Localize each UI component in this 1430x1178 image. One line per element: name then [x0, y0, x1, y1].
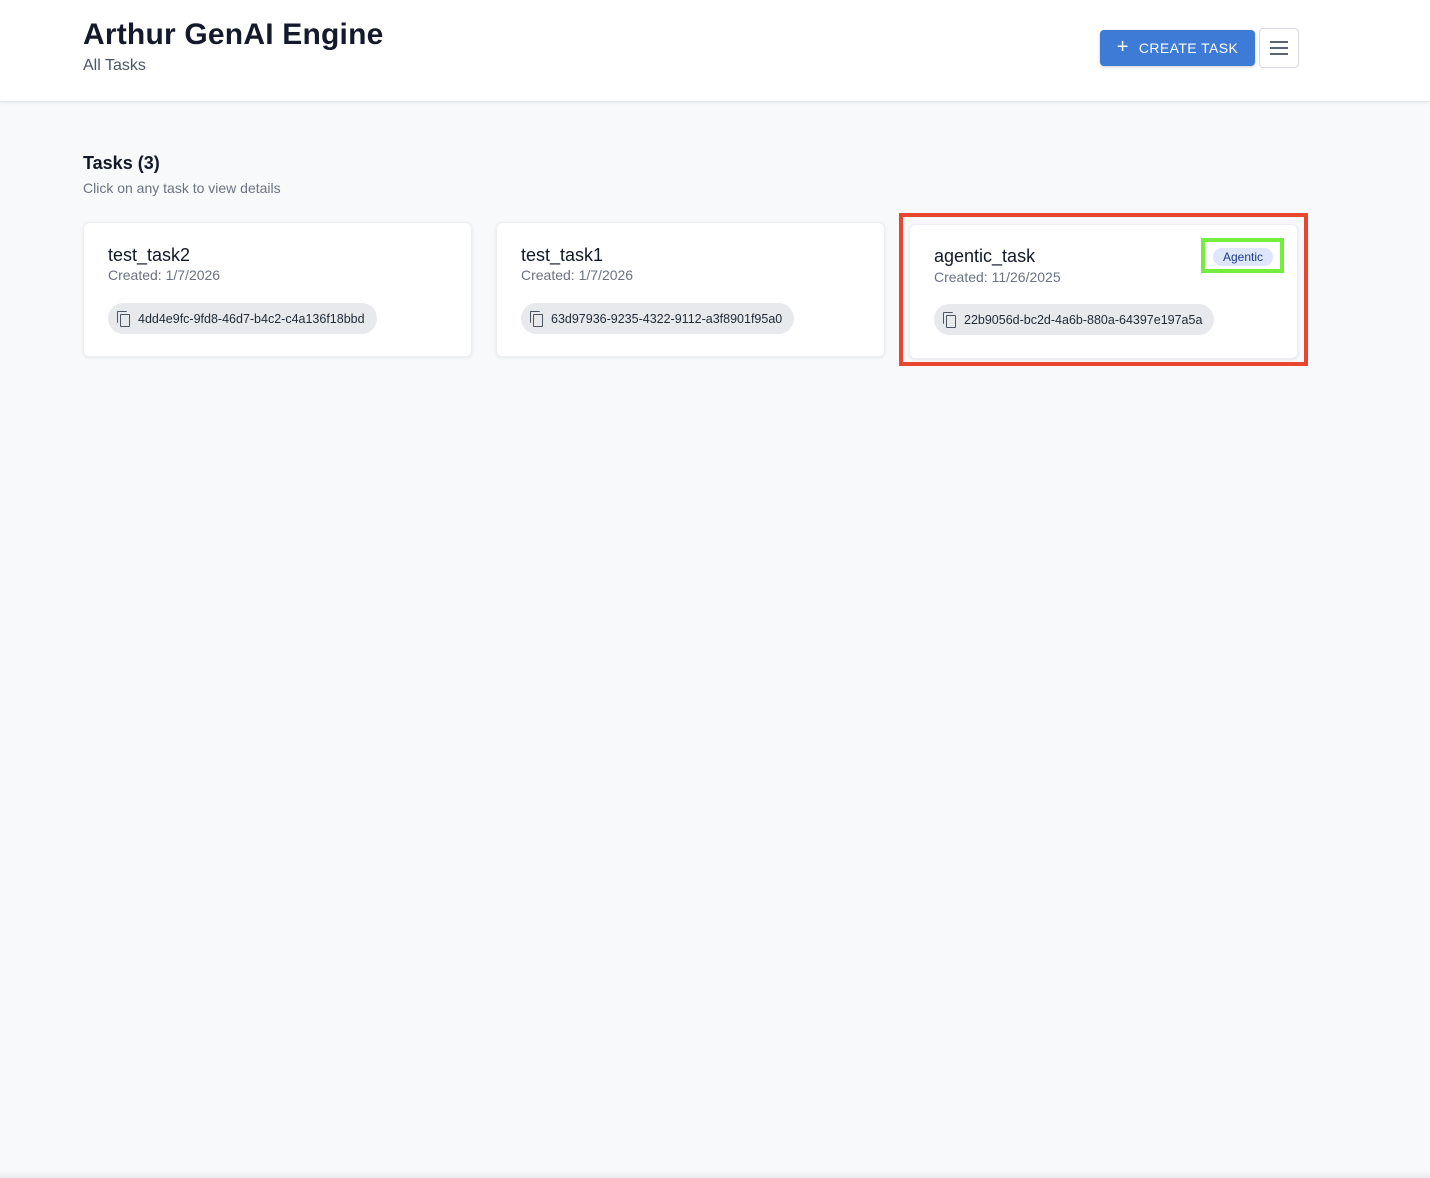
task-card-test-task2[interactable]: test_task2 Created: 1/7/2026 4dd4e9fc-9f… — [83, 222, 472, 357]
app-title: Arthur GenAI Engine — [83, 18, 384, 51]
bottom-edge-shadow — [0, 1170, 1430, 1178]
task-id: 63d97936-9235-4322-9112-a3f8901f95a0 — [551, 311, 783, 326]
task-created-date: Created: 1/7/2026 — [521, 267, 634, 283]
task-id-chip[interactable]: 4dd4e9fc-9fd8-46d7-b4c2-c4a136f18bbd — [108, 303, 377, 334]
create-task-label: CREATE TASK — [1138, 40, 1239, 56]
copy-icon — [117, 310, 131, 327]
copy-icon — [943, 311, 957, 328]
task-id: 22b9056d-bc2d-4a6b-880a-64397e197a5a — [964, 312, 1203, 327]
task-card-agentic-task[interactable]: agentic_task Created: 11/26/2025 Agentic… — [909, 224, 1298, 359]
tasks-hint: Click on any task to view details — [83, 180, 281, 196]
task-created-date: Created: 1/7/2026 — [108, 267, 221, 283]
task-name: test_task1 — [521, 245, 604, 265]
task-id-chip[interactable]: 63d97936-9235-4322-9112-a3f8901f95a0 — [521, 303, 795, 334]
agentic-badge: Agentic — [1213, 248, 1274, 266]
task-created-date: Created: 11/26/2025 — [934, 269, 1061, 285]
task-id: 4dd4e9fc-9fd8-46d7-b4c2-c4a136f18bbd — [138, 311, 365, 326]
top-header: Arthur GenAI Engine All Tasks + CREATE T… — [0, 0, 1430, 102]
copy-icon — [530, 310, 544, 327]
task-name: test_task2 — [108, 245, 191, 265]
hamburger-menu-icon[interactable] — [1259, 28, 1299, 68]
task-card-test-task1[interactable]: test_task1 Created: 1/7/2026 63d97936-92… — [496, 222, 885, 357]
page-subtitle: All Tasks — [83, 57, 146, 74]
plus-icon: + — [1116, 36, 1129, 58]
create-task-button[interactable]: + CREATE TASK — [1100, 30, 1255, 66]
tasks-heading: Tasks (3) — [83, 153, 160, 173]
task-id-chip[interactable]: 22b9056d-bc2d-4a6b-880a-64397e197a5a — [934, 304, 1215, 335]
task-name: agentic_task — [934, 246, 1036, 266]
